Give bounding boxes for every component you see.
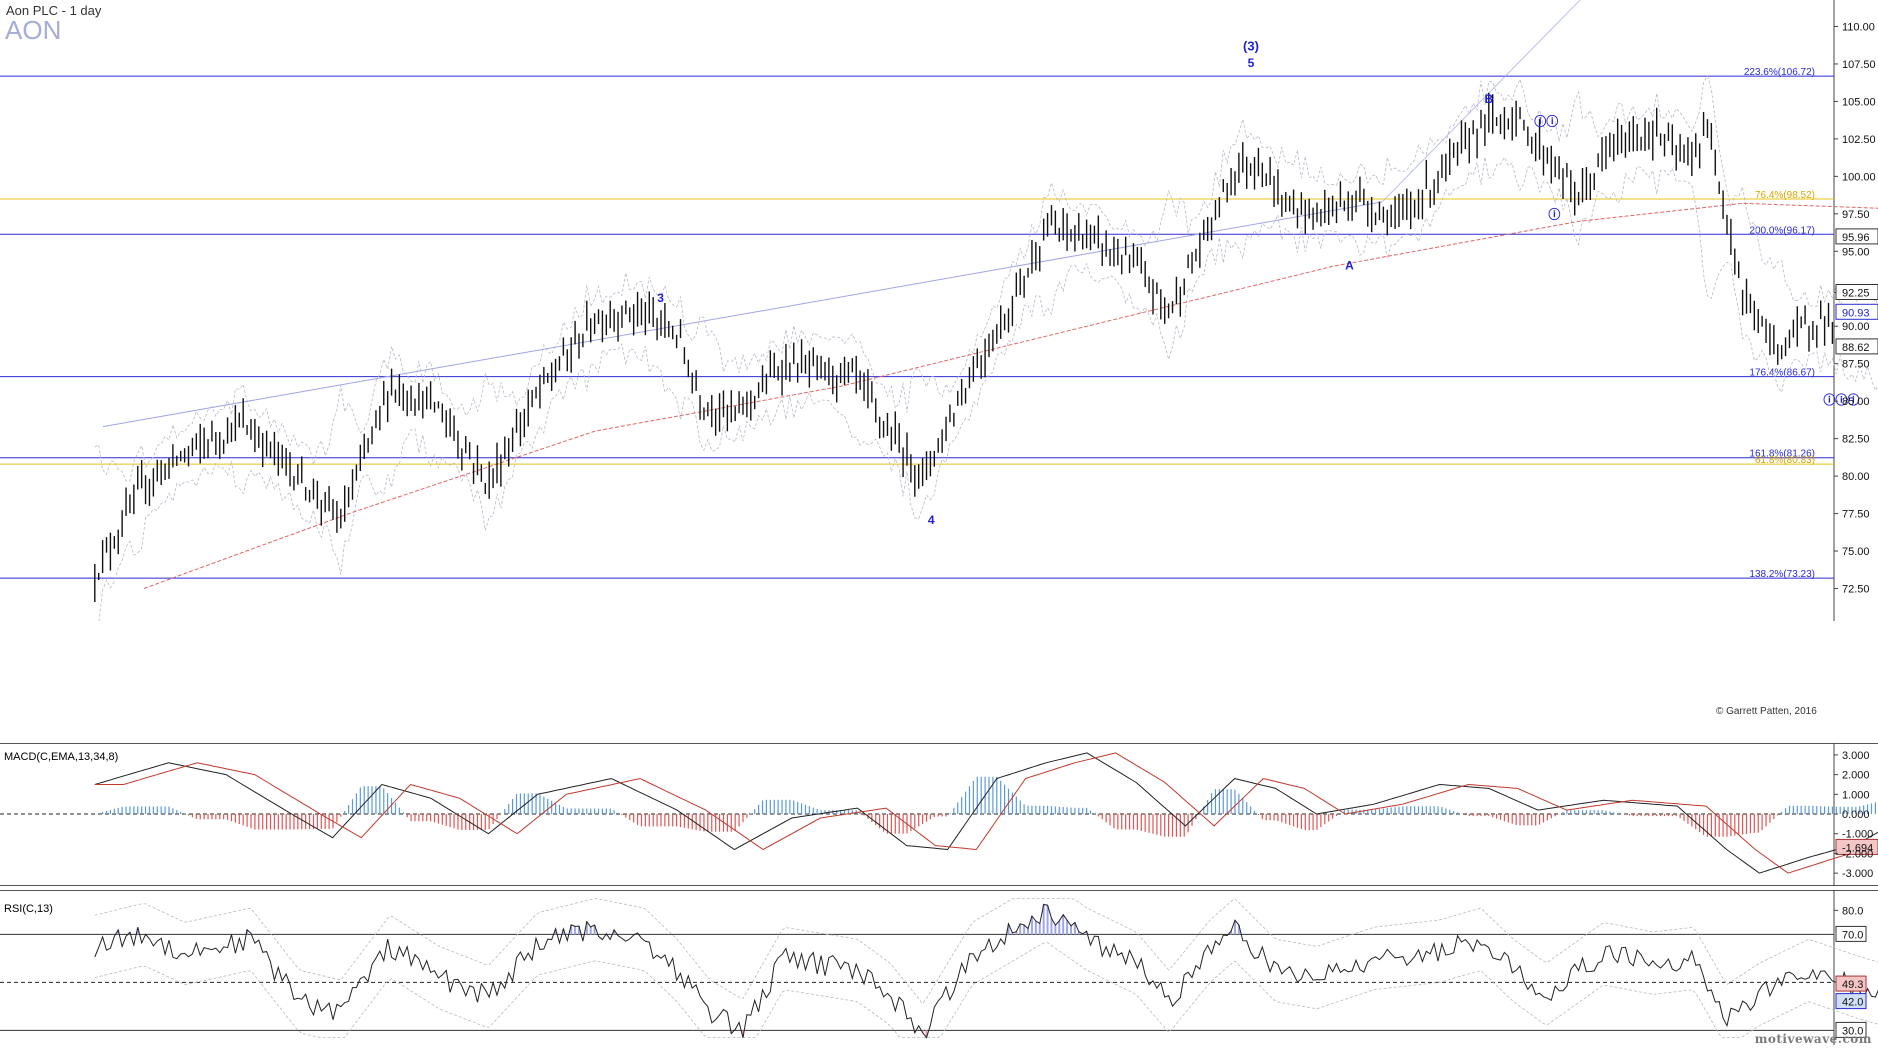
price-badge-label: 95.96	[1842, 232, 1870, 244]
wave-label: ⓘ	[1548, 206, 1560, 221]
wave-label: ⓘⓘ	[1534, 113, 1558, 128]
wave-label: B	[1484, 92, 1493, 106]
price-chart[interactable]: 223.6%(106.72) 76.4%(98.52) 200.0%(96.17) 1…	[0, 0, 1878, 621]
y-tick-label: 100.00	[1842, 171, 1876, 183]
price-y-axis: 110.00 107.50 105.00 102.50 100.00 97.50 95.00…	[1834, 21, 1878, 596]
y-tick-label: 82.50	[1842, 434, 1870, 446]
price-badge-label: 88.62	[1842, 342, 1870, 354]
macd-chart[interactable]: 3.0002.0001.0000.000-1.000-1.694-2.000-3…	[0, 743, 1878, 886]
copyright-text: © Garrett Patten, 2016	[1716, 706, 1817, 717]
y-tick-label: 105.00	[1842, 96, 1876, 108]
price-badge-label: 92.25	[1842, 288, 1870, 300]
macd-panel[interactable]: 3.000 2.000 1.000 0.000 -1.000 -1.694 -2.000 -3…	[0, 743, 1878, 886]
y-tick-label: 80.0	[1842, 905, 1863, 917]
y-tick-label: 85.00	[1842, 396, 1870, 408]
symbol-label: AON	[5, 15, 62, 45]
y-tick-label: 97.50	[1842, 209, 1870, 221]
rsi-panel[interactable]: 80.0 70.0 49.3 42.0 30.0 RSI(C,13)	[0, 890, 1878, 1045]
watermark: motivewave.com	[1754, 1032, 1872, 1046]
y-tick-label: 72.50	[1842, 584, 1870, 596]
macd-histogram	[98, 776, 1876, 837]
y-tick-label: 2.000	[1842, 770, 1870, 782]
y-tick-label: 87.50	[1842, 359, 1870, 371]
y-tick-label: 75.00	[1842, 546, 1870, 558]
price-bars	[94, 92, 1834, 603]
fib-levels: 223.6%(106.72) 76.4%(98.52) 200.0%(96.17) 1…	[0, 67, 1834, 580]
y-tick-label: 49.3	[1842, 979, 1863, 991]
price-badge-label: 90.93	[1842, 307, 1870, 319]
macd-title: MACD(C,EMA,13,34,8)	[4, 751, 119, 763]
y-tick-label: 1.000	[1842, 789, 1870, 801]
wave-labels: (3)5BⓘⓘAⓘⓘⓥ34ⓘⓘⓘⓥC(4)	[657, 38, 1859, 527]
y-tick-label: 107.50	[1842, 59, 1876, 71]
macd-signal-line	[94, 752, 1878, 874]
fib-label: 200.0%(96.17)	[1749, 225, 1815, 236]
trendline-ext	[1381, 0, 1581, 203]
fib-label: 61.8%(80.83)	[1755, 455, 1815, 466]
wave-label: 5	[1248, 56, 1255, 70]
y-tick-label: 90.00	[1842, 321, 1870, 333]
rsi-band-lower	[94, 942, 1878, 1038]
y-tick-label: 110.00	[1842, 21, 1875, 33]
macd-y-axis: 3.0002.0001.0000.000-1.000-1.694-2.000-3…	[1834, 750, 1878, 880]
y-tick-label: 80.00	[1842, 471, 1870, 483]
y-tick-label: -3.000	[1842, 868, 1873, 880]
rsi-y-axis: 80.070.049.342.030.0	[1834, 905, 1867, 1038]
y-tick-label: 70.0	[1842, 929, 1863, 941]
rsi-line	[94, 903, 1878, 1039]
price-panel[interactable]: 223.6%(106.72) 76.4%(98.52) 200.0%(96.17) 1…	[0, 0, 1878, 717]
macd-line	[94, 752, 1878, 874]
rsi-chart[interactable]: 80.070.049.342.030.0	[0, 890, 1878, 1045]
wave-label: (3)	[1243, 38, 1259, 53]
y-tick-label: -2.000	[1842, 848, 1873, 860]
y-tick-label: 3.000	[1842, 750, 1870, 762]
rsi-band-upper	[94, 898, 1878, 1005]
rsi-title: RSI(C,13)	[4, 903, 53, 915]
wave-label: 3	[657, 291, 664, 305]
moving-average	[143, 202, 1878, 589]
y-tick-label: 95.00	[1842, 246, 1870, 258]
y-tick-label: 42.0	[1842, 997, 1863, 1009]
trendline	[102, 201, 1383, 428]
wave-label: 4	[928, 513, 935, 527]
band-lower	[98, 156, 1878, 621]
y-tick-label: 102.50	[1842, 134, 1876, 146]
y-tick-label: 0.000	[1842, 809, 1870, 821]
chart-window: 223.6%(106.72) 76.4%(98.52) 200.0%(96.17) 1…	[0, 0, 1878, 1048]
fib-label: 138.2%(73.23)	[1749, 569, 1815, 580]
fib-label: 76.4%(98.52)	[1755, 190, 1815, 201]
y-tick-label: 77.50	[1842, 509, 1870, 521]
fib-label: 223.6%(106.72)	[1744, 67, 1815, 78]
wave-label: A	[1345, 258, 1354, 272]
